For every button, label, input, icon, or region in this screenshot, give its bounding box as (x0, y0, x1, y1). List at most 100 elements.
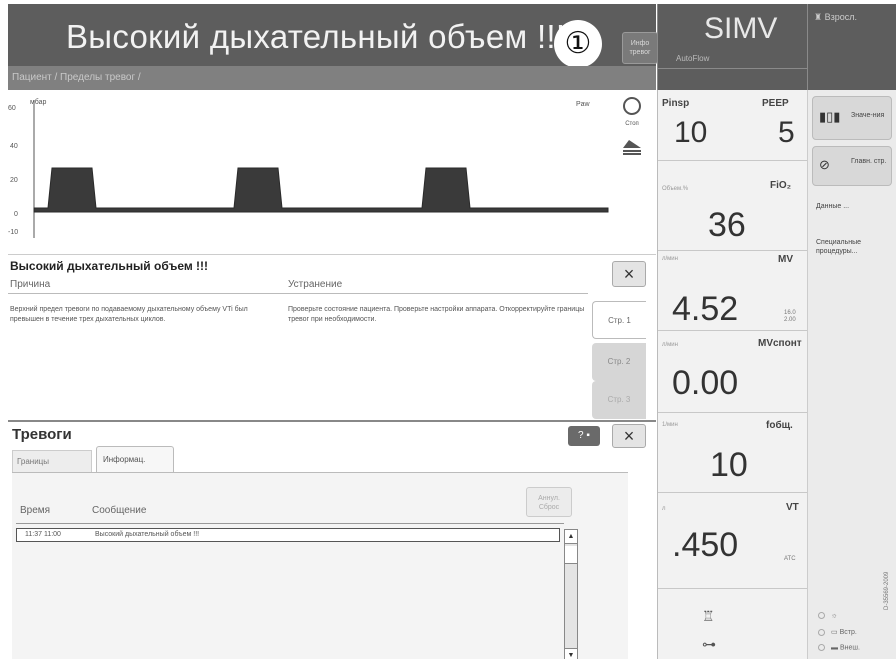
peep-value[interactable]: 5 (778, 116, 795, 150)
nebulizer-icon[interactable]: ⊶ (702, 636, 716, 653)
remedy-text: Проверьте состояние пациента. Проверьте … (288, 306, 585, 324)
pinsp-value[interactable]: 10 (674, 116, 707, 150)
page-tab-2[interactable]: Стр. 2 (592, 343, 646, 381)
waveform-config-icon (623, 140, 641, 155)
vt-unit: л (662, 506, 666, 512)
scroll-up-button[interactable]: ▲ (565, 530, 577, 544)
fio2-unit: Объем.% (662, 186, 689, 192)
close-detail-button[interactable]: × (612, 261, 646, 287)
alarm-silence-icon[interactable]: ♖ (702, 608, 715, 625)
radio-dot (818, 628, 825, 636)
remedy-heading: Устранение (288, 279, 343, 290)
menu-column: ▮▯▮ Значе-ния ⊘ Главн. стр. Данные ... С… (807, 90, 896, 659)
freeze-label: Стоп (625, 121, 639, 127)
breadcrumb-bar: Пациент / Пределы тревог / (8, 66, 656, 90)
waveform-config-button[interactable] (616, 136, 648, 166)
fio2-value[interactable]: 36 (708, 206, 746, 245)
divider (16, 523, 564, 524)
vt-value[interactable]: .450 (672, 526, 738, 565)
mv-unit: л/мин (662, 256, 678, 262)
tab-limits[interactable]: Границы (12, 450, 92, 472)
waveform-tools: Стоп (610, 92, 656, 254)
alarm-header-title: Высокий дыхательный объем !!! (66, 18, 566, 55)
tab-information[interactable]: Информац. (96, 446, 174, 474)
vt-limit: ATC (784, 556, 796, 562)
fresp-value[interactable]: 10 (710, 446, 748, 485)
scroll-down-button[interactable]: ▼ (565, 648, 577, 659)
sun-icon: ☼ (831, 612, 838, 620)
vt-label: VT (786, 502, 799, 513)
scroll-thumb[interactable] (565, 546, 577, 564)
pressure-waveform: 60 40 20 0 -10 мбар Paw (8, 92, 610, 254)
home-label: Главн. стр. (851, 158, 887, 165)
external-battery-option[interactable]: ▬ Внеш. (818, 644, 860, 651)
fresp-unit: 1/мин (662, 422, 678, 428)
callout-marker: ① (554, 20, 602, 68)
mv-limits: 16.0 2.00 (784, 310, 796, 324)
mv-upper-limit: 16.0 (784, 310, 796, 316)
data-button[interactable]: Данные ... (812, 190, 892, 226)
y-tick: 40 (10, 143, 18, 150)
freeze-button[interactable]: Стоп (616, 96, 648, 127)
page-tab-1[interactable]: Стр. 1 (592, 301, 646, 339)
y-tick: 20 (10, 177, 18, 184)
battery-icon: ▭ (831, 629, 840, 636)
brightness-option[interactable]: ☼ (818, 612, 837, 619)
measured-values-column: Pinsp PEEP 10 5 Объем.% FiO₂ 36 л/мин MV… (657, 90, 808, 659)
divider (658, 412, 808, 413)
divider (8, 293, 588, 294)
special-procedures-button[interactable]: Специальные процедуры... (812, 230, 892, 266)
alarm-detail-panel: Высокий дыхательный объем !!! Причина Ус… (8, 254, 656, 420)
divider (658, 492, 808, 493)
home-icon: ⊘ (819, 157, 830, 172)
alarms-panel: Тревоги ? ▪ × Границы Информац. Время Со… (8, 420, 656, 659)
cause-heading: Причина (10, 279, 51, 290)
mvspont-value[interactable]: 0.00 (672, 364, 738, 403)
values-icon: ▮▯▮ (819, 109, 841, 124)
radio-dot (818, 644, 825, 651)
data-label: Данные ... (816, 203, 850, 210)
internal-battery-label: Встр. (839, 629, 857, 636)
ventilation-mode-panel[interactable]: SIMV AutoFlow (657, 4, 808, 90)
values-button[interactable]: ▮▯▮ Значе-ния (812, 96, 892, 140)
log-time: 11:37 11:00 (25, 531, 61, 538)
alarm-header-bar: Высокий дыхательный объем !!! ① Инфо тре… (8, 4, 658, 68)
y-tick: 0 (14, 211, 18, 218)
mvspont-label: MVспонт (758, 338, 802, 349)
mv-lower-limit: 2.00 (784, 317, 796, 324)
internal-battery-option[interactable]: ▭ Встр. (818, 628, 857, 636)
patient-type-panel[interactable]: ♜ Взросл. (807, 4, 896, 90)
figure-id: D-35569-2009 (884, 571, 890, 610)
alarm-info-button[interactable]: Инфо тревог (622, 32, 658, 64)
alarm-detail-title: Высокий дыхательный объем !!! (10, 259, 209, 273)
y-tick: -10 (8, 229, 18, 236)
mv-value[interactable]: 4.52 (672, 290, 738, 329)
y-tick: 60 (8, 105, 16, 112)
home-button[interactable]: ⊘ Главн. стр. (812, 146, 892, 186)
alarm-log-row[interactable]: 11:37 11:00 Высокий дыхательный объем !!! (16, 528, 560, 542)
mode-sub: AutoFlow (676, 54, 710, 63)
divider (658, 68, 808, 69)
clear-log-button[interactable]: Аннул. Сброс (526, 487, 572, 517)
waveform-unit: мбар (30, 98, 46, 106)
fresp-label: fобщ. (766, 420, 793, 431)
special-procedures-label: Специальные процедуры... (816, 239, 862, 256)
waveform-label: Paw (576, 101, 591, 108)
radio-dot (818, 612, 825, 619)
log-scrollbar[interactable]: ▲ ▼ (564, 529, 578, 659)
close-alarms-button[interactable]: × (612, 424, 646, 448)
column-header-message: Сообщение (92, 505, 147, 516)
fio2-label: FiO₂ (770, 180, 792, 191)
values-label: Значе-ния (851, 112, 885, 119)
alarms-title: Тревоги (12, 426, 72, 443)
divider (658, 588, 808, 589)
waveform-svg: 60 40 20 0 -10 мбар Paw (8, 98, 609, 238)
alarms-help-button[interactable]: ? ▪ (568, 426, 600, 446)
patient-type-text: Взросл. (824, 12, 857, 22)
battery-ext-icon: ▬ (831, 644, 840, 652)
peep-label: PEEP (762, 98, 789, 109)
divider (658, 160, 808, 161)
page-tab-3[interactable]: Стр. 3 (592, 381, 646, 419)
external-battery-label: Внеш. (839, 644, 860, 652)
mv-label: MV (778, 254, 793, 265)
